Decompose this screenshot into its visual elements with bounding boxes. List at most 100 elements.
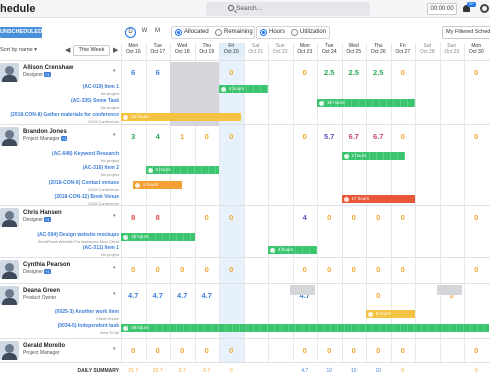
allocation-bar[interactable]: 10 hours [121,113,242,121]
avatar[interactable] [0,286,19,305]
allocation-value[interactable]: 2.5 [317,68,342,77]
allocation-value[interactable]: 0 [391,213,416,222]
person-name[interactable]: Brandon Jones [23,129,67,135]
person-name[interactable]: Cynthia Pearson [23,262,70,268]
allocation-value[interactable]: 0 [366,213,391,222]
task-title[interactable]: (AC-594) Design website mockups [37,232,119,238]
allocation-value[interactable]: 8 [146,213,171,222]
allocation-value[interactable]: 0 [342,346,367,355]
task-label[interactable]: (AC-648) Keyword Research No project [0,151,119,164]
allocation-bar[interactable]: 4 hours [268,246,317,254]
person-name[interactable]: Gerald Morello [23,343,65,349]
task-label[interactable]: (AC-594) Design website mockups WordPress… [0,232,119,245]
allocation-value[interactable]: 0 [170,346,195,355]
allocation-value[interactable]: 0 [464,132,489,141]
day-header[interactable]: Sun Oct 29 [440,43,465,55]
allocation-value[interactable]: 0 [195,265,220,274]
task-title[interactable]: (AC-335) Some Task [71,98,119,104]
day-header[interactable]: Thu Oct 26 [366,43,391,55]
day-header[interactable]: Fri Oct 27 [391,43,416,55]
allocation-value[interactable]: 0 [464,265,489,274]
allocation-value[interactable]: 4.7 [121,291,146,300]
unscheduled-button[interactable]: UNSCHEDULED [0,27,42,38]
allocation-value[interactable]: 6 [146,68,171,77]
allocation-value[interactable]: 0 [293,265,318,274]
allocation-value[interactable]: 0 [317,213,342,222]
day-header[interactable]: Thu Oct 19 [195,43,220,55]
person-name[interactable]: Deana Green [23,288,60,294]
allocation-value[interactable]: 0 [391,346,416,355]
allocation-bar[interactable]: 8 hours [366,310,415,318]
chevron-down-icon[interactable]: ▾ [113,68,116,74]
avatar[interactable] [0,208,19,227]
allocation-value[interactable]: 0 [146,346,171,355]
day-header[interactable]: Sat Oct 28 [415,43,440,55]
allocation-value[interactable]: 0 [219,265,244,274]
allocation-value[interactable]: 0 [121,346,146,355]
allocation-value[interactable]: 0 [391,265,416,274]
day-header[interactable]: Fri Oct 20 [219,43,244,55]
allocation-value[interactable]: 0 [464,68,489,77]
task-title[interactable]: (AC-316) Item 2 [83,165,119,171]
hours-radio[interactable]: Hours [258,27,285,38]
task-title[interactable]: (2018-CON-6) Contact venues [49,180,119,186]
allocation-bar[interactable]: 4 hours [219,85,268,93]
allocation-bar[interactable]: 6 hours [133,181,183,189]
allocation-value[interactable]: 8 [121,213,146,222]
allocation-value[interactable]: 1 [170,132,195,141]
allocation-value[interactable]: 0 [219,213,244,222]
allocation-bar[interactable]: 2 hours [341,152,406,160]
utilization-radio[interactable]: Utilization [289,27,326,38]
allocation-value[interactable]: 4.7 [195,291,220,300]
next-week-button[interactable]: ▶ [113,46,118,54]
allocation-bar[interactable]: 3 hours [145,166,219,174]
allocation-value[interactable]: 0 [293,132,318,141]
chevron-down-icon[interactable]: ▾ [113,291,116,297]
chevron-down-icon[interactable]: ▾ [113,265,116,271]
allocation-value[interactable]: 0 [464,346,489,355]
avatar[interactable] [0,260,19,279]
task-label[interactable]: (AC-335) Some Task No project [0,98,119,111]
allocation-value[interactable]: 0 [146,265,171,274]
day-header[interactable]: Mon Oct 30 [464,43,489,55]
allocation-value[interactable]: 0 [391,68,416,77]
search-input[interactable]: Search... [206,2,370,16]
allocation-value[interactable]: 0 [366,291,391,300]
allocation-value[interactable]: 0 [219,346,244,355]
allocation-value[interactable]: 0 [195,213,220,222]
allocation-bar[interactable]: 17 hours [341,195,415,203]
day-header[interactable]: Mon Oct 16 [121,43,146,55]
person-name[interactable]: Allison Crenshaw [23,65,73,71]
avatar[interactable] [0,341,19,360]
allocation-value[interactable]: 4.7 [170,291,195,300]
task-title[interactable]: (0034-5) Independent task [58,323,119,329]
allocation-bar[interactable]: 28 hours [121,324,489,332]
day-header[interactable]: Sat Oct 21 [244,43,269,55]
allocation-value[interactable]: 0 [219,132,244,141]
task-title[interactable]: (2018-CON-12) Book Venue [55,194,119,200]
task-label[interactable]: (2018-CON-8) Gather materials for confer… [0,113,119,125]
allocation-value[interactable]: 0 [293,68,318,77]
task-title[interactable]: (AC-311) Item 1 [83,245,119,251]
day-header[interactable]: Wed Oct 18 [170,43,195,55]
avatar[interactable] [0,63,19,82]
allocation-value[interactable]: 4 [293,213,318,222]
task-title[interactable]: (AC-648) Keyword Research [52,151,119,157]
allocation-value[interactable]: 0 [195,132,220,141]
allocated-radio[interactable]: Allocated [173,27,209,38]
task-label[interactable]: (0025-3) Another work item Client House [0,310,119,322]
day-header[interactable]: Mon Oct 23 [293,43,318,55]
allocation-bar[interactable]: 10 hours [317,99,415,107]
allocation-value[interactable]: 0 [366,346,391,355]
allocation-value[interactable]: 0 [170,265,195,274]
task-label[interactable]: (0034-5) Independent task New To All [0,323,119,336]
day-header[interactable]: Tue Oct 17 [146,43,171,55]
allocation-value[interactable]: 0 [391,132,416,141]
task-title[interactable]: (AC-019) Item 1 [83,84,119,90]
allocation-value[interactable]: 0 [342,213,367,222]
settings-icon[interactable] [480,4,489,13]
avatar[interactable] [0,127,19,146]
prev-week-button[interactable]: ◀ [65,46,70,54]
allocation-value[interactable]: 2.5 [366,68,391,77]
allocation-value[interactable]: 0 [317,346,342,355]
